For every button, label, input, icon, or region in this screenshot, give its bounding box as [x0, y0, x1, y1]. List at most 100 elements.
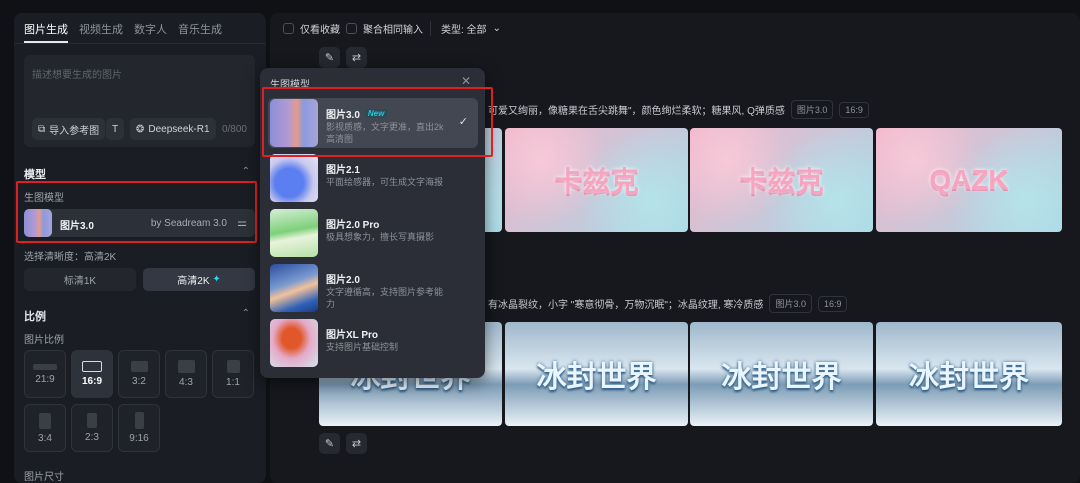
- pencil-icon: ✎: [324, 52, 335, 64]
- ratio-option[interactable]: 3:4: [24, 404, 66, 452]
- model-thumbnail: [270, 319, 318, 367]
- edit-button[interactable]: ✎: [319, 47, 340, 68]
- ratio-option[interactable]: 1:1: [212, 350, 254, 398]
- regenerate-button[interactable]: ⇄: [346, 47, 367, 68]
- merge-filter[interactable]: 聚合相同输入: [346, 21, 423, 36]
- resolution-2k-label: 高清2K: [177, 276, 210, 287]
- favorites-checkbox[interactable]: [283, 23, 294, 34]
- ratio-shape-icon: [82, 361, 102, 372]
- ratio-label: 图片比例: [24, 335, 64, 346]
- image-title-art: 卡兹克: [554, 166, 639, 197]
- ratio-label: 3:2: [132, 376, 146, 387]
- repeat-icon: ⇄: [351, 52, 362, 64]
- ratio-label: 16:9: [81, 376, 102, 387]
- image-title-art: 冰封世界: [536, 361, 657, 394]
- ratio-tag: 16:9: [817, 295, 848, 312]
- mode-tabs: 图片生成 视频生成 数字人 音乐生成: [14, 13, 266, 44]
- ratio-option[interactable]: 3:2: [118, 350, 160, 398]
- char-count: 0/800: [221, 124, 247, 135]
- deepseek-button[interactable]: ❂ Deepseek-R1: [130, 118, 216, 140]
- generated-image[interactable]: QAZK: [876, 128, 1062, 232]
- ratio-option[interactable]: 2:3: [71, 404, 113, 452]
- collapse-ratio-icon[interactable]: ⌃: [242, 308, 250, 319]
- regenerate-button-2[interactable]: ⇄: [346, 433, 367, 454]
- generated-image[interactable]: 冰封世界: [876, 322, 1062, 426]
- ratio-tag: 16:9: [839, 101, 869, 118]
- deepseek-icon: ❂: [136, 123, 145, 135]
- type-dropdown[interactable]: 类型: 全部 ⌄: [430, 21, 501, 36]
- ratio-label: 21:9: [35, 373, 55, 385]
- model-option-desc: 支持图片基础控制: [326, 342, 399, 352]
- model-thumbnail: [270, 264, 318, 312]
- result-caption: 可爱又绚丽，像糖果在舌尖跳舞"，颜色绚烂柔软；糖果风, Q弹质感 图片3.0 16:…: [488, 100, 869, 119]
- generated-image[interactable]: 冰封世界: [505, 322, 688, 426]
- collapse-model-icon[interactable]: ⌃: [242, 166, 250, 177]
- model-option-desc: 文字遵循高，支持图片参考能力: [326, 287, 444, 309]
- ratio-option[interactable]: 9:16: [118, 404, 160, 452]
- ratio-option[interactable]: 16:9: [71, 350, 113, 398]
- ratio-option[interactable]: 21:9: [24, 350, 66, 398]
- image-title-art: 卡兹克: [739, 166, 824, 197]
- model-option-name: 图片2.1: [326, 165, 360, 176]
- generated-image[interactable]: 冰封世界: [690, 322, 873, 426]
- ratio-option[interactable]: 4:3: [165, 350, 207, 398]
- model-option-desc: 极具想象力，擅长写真摄影: [326, 232, 435, 242]
- favorites-label: 仅看收藏: [300, 25, 340, 36]
- model-tag: 图片3.0: [790, 100, 834, 119]
- text-icon: T: [112, 123, 119, 135]
- prompt-text: 可爱又绚丽，像糖果在舌尖跳舞"，颜色绚烂柔软；糖果风, Q弹质感: [488, 106, 785, 117]
- resolution-label: 选择清晰度：高清2K: [24, 252, 117, 263]
- image-title-art: QAZK: [929, 164, 1009, 195]
- prompt-placeholder: 描述想要生成的图片: [32, 70, 122, 81]
- resolution-1k-button[interactable]: 标清1K: [24, 268, 136, 291]
- size-label: 图片尺寸: [24, 472, 64, 483]
- ratio-shape-icon: [39, 412, 51, 429]
- ratio-shape-icon: [177, 360, 195, 373]
- model-option[interactable]: 图片2.1 平面绘感器，可生成文字海报: [268, 153, 478, 203]
- tab-image[interactable]: 图片生成: [24, 21, 68, 43]
- ratio-label: 1:1: [226, 377, 240, 388]
- resolution-2k-button[interactable]: 高清2K ✦: [143, 268, 255, 291]
- type-label: 类型: 全部: [441, 25, 487, 36]
- close-icon[interactable]: ✕: [461, 74, 471, 88]
- model-option-name: 图片2.0: [326, 275, 360, 286]
- sparkle-icon: ✦: [212, 274, 221, 285]
- generated-image[interactable]: 卡兹克: [505, 128, 688, 232]
- highlight-box: [16, 181, 257, 243]
- left-panel: 图片生成 视频生成 数字人 音乐生成 描述想要生成的图片 ⧉ 导入参考图 T ❂ D…: [14, 13, 266, 483]
- text-tool-button[interactable]: T: [106, 118, 125, 140]
- repeat-icon: ⇄: [351, 438, 362, 450]
- tab-video[interactable]: 视频生成: [79, 21, 123, 43]
- ratio-label: 2:3: [85, 432, 99, 443]
- ratio-shape-icon: [226, 360, 240, 373]
- ratio-shape-icon: [33, 363, 57, 370]
- import-reference-button[interactable]: ⧉ 导入参考图: [32, 118, 106, 140]
- prompt-input[interactable]: 描述想要生成的图片 ⧉ 导入参考图 T ❂ Deepseek-R1 0/800: [24, 55, 255, 147]
- favorites-filter[interactable]: 仅看收藏: [283, 21, 340, 36]
- tab-digital-human[interactable]: 数字人: [134, 21, 167, 43]
- prompt-text: 有冰晶裂纹，小字 "寒意彻骨，万物沉眠"；冰晶纹理, 寒冷质感: [488, 300, 764, 311]
- model-tag: 图片3.0: [769, 294, 812, 313]
- model-thumbnail: [270, 209, 318, 257]
- import-reference-label: 导入参考图: [49, 125, 100, 137]
- ratio-label: 3:4: [38, 432, 52, 444]
- generated-image[interactable]: 卡兹克: [690, 128, 873, 232]
- ratio-shape-icon: [87, 413, 97, 428]
- chevron-down-icon: ⌄: [492, 23, 501, 34]
- popup-highlight-box: [262, 87, 493, 157]
- image-title-art: 冰封世界: [909, 361, 1029, 394]
- result-caption: 有冰晶裂纹，小字 "寒意彻骨，万物沉眠"；冰晶纹理, 寒冷质感 图片3.0 16:9: [488, 294, 848, 313]
- ratio-section-title: 比例: [24, 311, 46, 323]
- ratio-shape-icon: [130, 361, 148, 372]
- merge-label: 聚合相同输入: [363, 25, 423, 36]
- model-section-title: 模型: [24, 169, 46, 181]
- model-option[interactable]: 图片2.0 文字遵循高，支持图片参考能力: [268, 263, 478, 313]
- model-option[interactable]: 图片2.0 Pro 极具想象力，擅长写真摄影: [268, 208, 478, 258]
- edit-button-2[interactable]: ✎: [319, 433, 340, 454]
- tab-music[interactable]: 音乐生成: [178, 21, 222, 43]
- image-title-art: 冰封世界: [721, 361, 842, 394]
- deepseek-label: Deepseek-R1: [148, 123, 210, 135]
- merge-checkbox[interactable]: [346, 23, 357, 34]
- model-option[interactable]: 图片XL Pro 支持图片基础控制: [268, 318, 478, 368]
- model-thumbnail: [270, 154, 318, 202]
